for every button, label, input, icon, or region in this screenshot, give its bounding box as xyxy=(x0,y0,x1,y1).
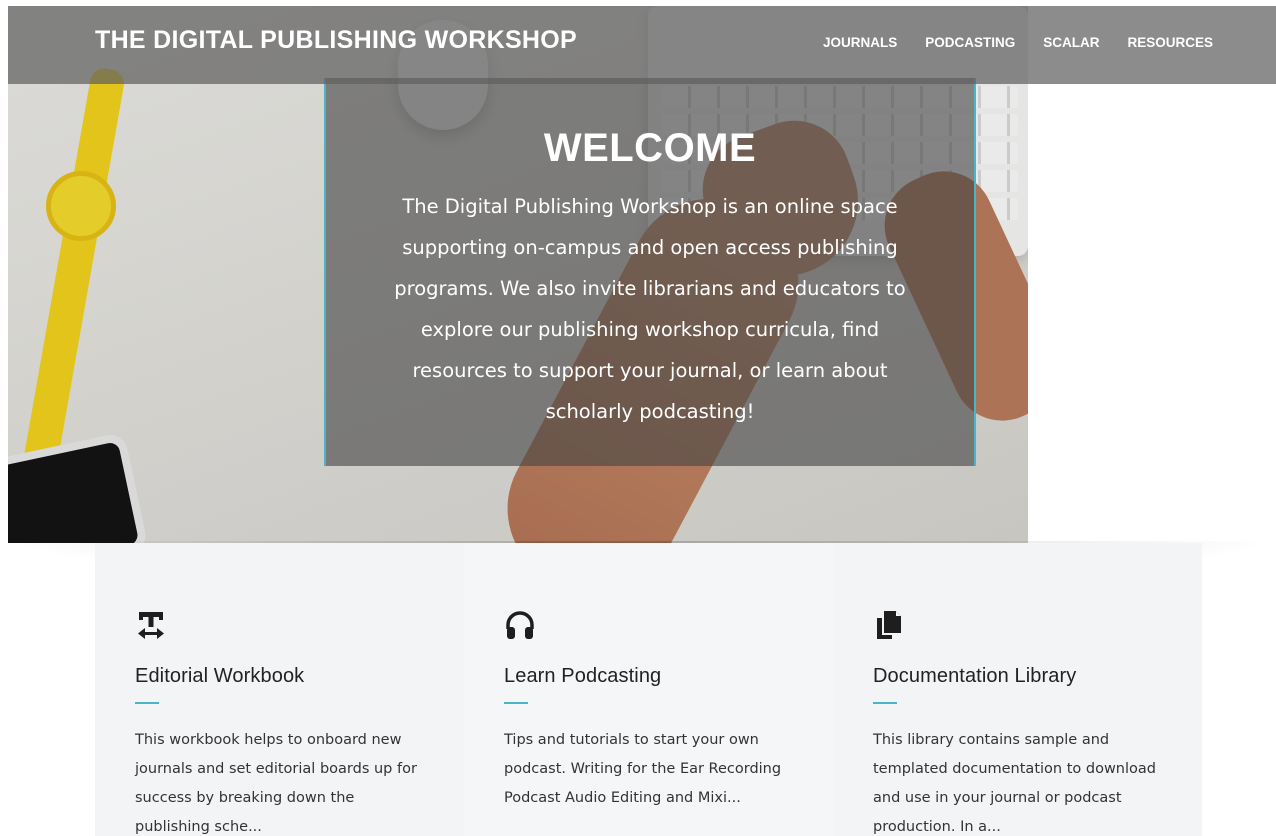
card-divider xyxy=(873,702,897,704)
text-width-icon xyxy=(138,612,164,639)
card-title: Documentation Library xyxy=(873,665,1077,687)
main-nav: JOURNALS PODCASTING SCALAR RESOURCES xyxy=(823,35,1241,50)
welcome-title: WELCOME xyxy=(543,126,757,170)
copy-documents-icon xyxy=(877,611,901,639)
nav-podcasting[interactable]: PODCASTING xyxy=(925,35,1015,50)
card-description: This library contains sample and templat… xyxy=(873,732,1156,835)
card-editorial-workbook[interactable]: Editorial Workbook This workbook helps t… xyxy=(95,543,464,836)
feature-cards: Editorial Workbook This workbook helps t… xyxy=(95,543,1203,836)
hero-section: WELCOME The Digital Publishing Workshop … xyxy=(8,6,1028,543)
card-divider xyxy=(135,702,159,704)
site-title-link[interactable]: THE DIGITAL PUBLISHING WORKSHOP xyxy=(95,26,577,55)
welcome-panel: WELCOME The Digital Publishing Workshop … xyxy=(324,78,976,466)
card-description: This workbook helps to onboard new journ… xyxy=(135,732,417,835)
card-documentation-library[interactable]: Documentation Library This library conta… xyxy=(833,543,1202,836)
nav-journals[interactable]: JOURNALS xyxy=(823,35,897,50)
headphones-icon xyxy=(506,611,534,639)
card-title: Editorial Workbook xyxy=(135,665,305,687)
card-divider xyxy=(504,702,528,704)
card-title: Learn Podcasting xyxy=(504,665,662,687)
card-learn-podcasting[interactable]: Learn Podcasting Tips and tutorials to s… xyxy=(464,543,833,836)
navbar: THE DIGITAL PUBLISHING WORKSHOP JOURNALS… xyxy=(8,6,1276,84)
nav-resources[interactable]: RESOURCES xyxy=(1128,35,1214,50)
welcome-description: The Digital Publishing Workshop is an on… xyxy=(394,195,906,423)
card-description: Tips and tutorials to start your own pod… xyxy=(504,732,782,806)
page: WELCOME The Digital Publishing Workshop … xyxy=(8,6,1276,836)
nav-scalar[interactable]: SCALAR xyxy=(1043,35,1099,50)
